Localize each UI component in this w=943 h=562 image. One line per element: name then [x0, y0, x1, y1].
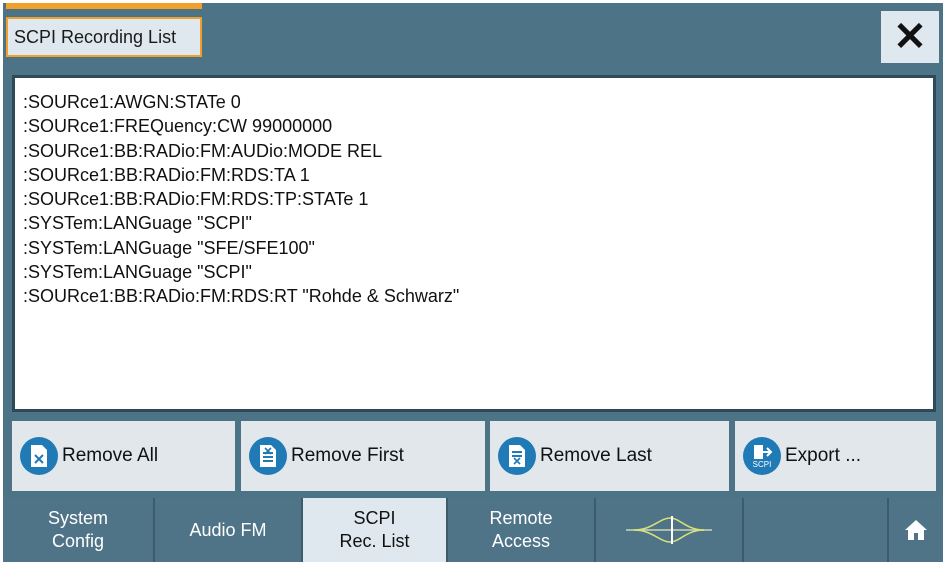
- title-accent-bar: [6, 3, 202, 9]
- remove-all-icon: [20, 437, 58, 475]
- command-line[interactable]: :SYSTem:LANGuage "SCPI": [23, 211, 925, 235]
- remove-first-button[interactable]: Remove First: [241, 421, 485, 491]
- tab-audio-fm[interactable]: Audio FM: [155, 498, 303, 562]
- close-icon: ✕: [893, 15, 927, 59]
- scpi-command-list[interactable]: :SOURce1:AWGN:STATe 0 :SOURce1:FREQuency…: [12, 75, 936, 412]
- tab-system-config-line1: System: [47, 508, 108, 528]
- tab-audio-fm-label: Audio FM: [189, 519, 267, 540]
- tab-empty[interactable]: [744, 498, 889, 562]
- remove-all-label: Remove All: [62, 445, 159, 466]
- home-icon: [905, 520, 927, 540]
- tab-scpi-rec-list-line2: Rec. List: [339, 531, 410, 551]
- tab-system-config[interactable]: System Config: [3, 498, 155, 562]
- command-line[interactable]: :SOURce1:BB:RADio:FM:RDS:TA 1: [23, 163, 925, 187]
- tab-waveform[interactable]: [596, 498, 744, 562]
- remove-all-button[interactable]: Remove All: [12, 421, 235, 491]
- remove-first-label: Remove First: [291, 445, 404, 466]
- home-button[interactable]: [889, 498, 943, 562]
- remove-last-label: Remove Last: [540, 445, 652, 466]
- command-line[interactable]: :SOURce1:FREQuency:CW 99000000: [23, 114, 925, 138]
- tab-remote-access-line1: Remote: [489, 508, 553, 528]
- command-line[interactable]: :SYSTem:LANGuage "SCPI": [23, 260, 925, 284]
- tab-scpi-rec-list-line1: SCPI: [353, 508, 396, 528]
- remove-first-icon: [249, 437, 287, 475]
- export-button[interactable]: SCPI Export ...: [735, 421, 936, 491]
- command-line[interactable]: :SOURce1:BB:RADio:FM:RDS:TP:STATe 1: [23, 187, 925, 211]
- waveform-icon: [626, 516, 712, 544]
- command-line[interactable]: :SOURce1:BB:RADio:FM:AUDio:MODE REL: [23, 139, 925, 163]
- command-line[interactable]: :SOURce1:AWGN:STATe 0: [23, 90, 925, 114]
- close-button[interactable]: ✕: [881, 11, 939, 63]
- export-label: Export ...: [785, 445, 862, 466]
- title-bar: SCPI Recording List ✕: [3, 3, 943, 71]
- tab-scpi-rec-list[interactable]: SCPI Rec. List: [303, 498, 448, 562]
- dialog-title: SCPI Recording List: [6, 17, 202, 57]
- tab-remote-access[interactable]: Remote Access: [448, 498, 596, 562]
- taskbar: System Config Audio FM SCPI Rec. List Re…: [3, 498, 943, 562]
- dialog-window: SCPI Recording List ✕ :SOURce1:AWGN:STAT…: [3, 3, 943, 562]
- export-scpi-icon: SCPI: [743, 437, 781, 475]
- remove-last-button[interactable]: Remove Last: [490, 421, 729, 491]
- remove-last-icon: [498, 437, 536, 475]
- tab-remote-access-line2: Access: [491, 531, 551, 551]
- tab-system-config-line2: Config: [51, 531, 105, 551]
- export-icon-text: SCPI: [752, 459, 772, 469]
- command-line[interactable]: :SYSTem:LANGuage "SFE/SFE100": [23, 236, 925, 260]
- action-button-row: Remove All Remove First Remove Last SCPI…: [12, 421, 936, 491]
- command-line[interactable]: :SOURce1:BB:RADio:FM:RDS:RT "Rohde & Sch…: [23, 284, 925, 308]
